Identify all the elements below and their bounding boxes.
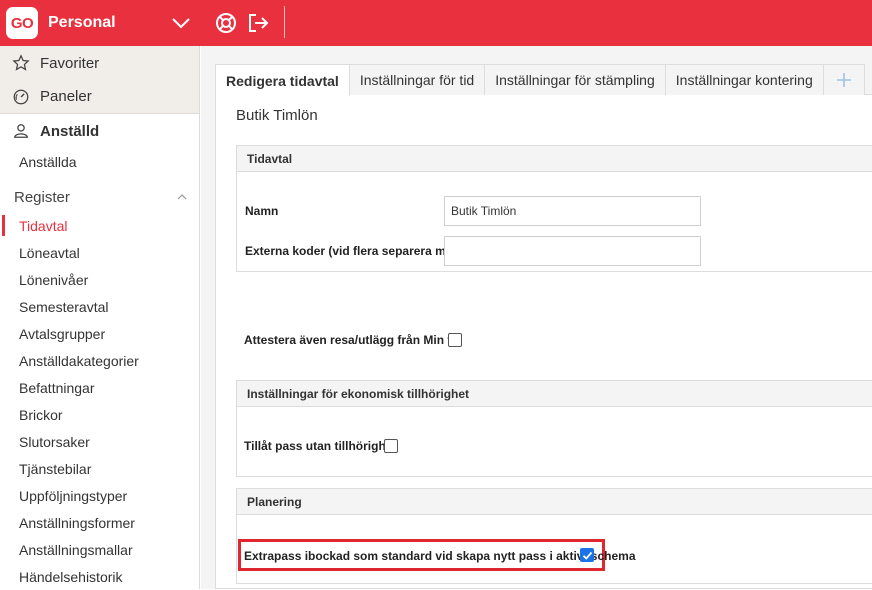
sidebar-item-label: Paneler [40,88,92,105]
sidebar-item-anstallningsmallar[interactable]: Anställningsmallar [0,536,199,563]
sidebar-section-label: Register [14,188,70,206]
sidebar-item-anstallningsformer[interactable]: Anställningsformer [0,509,199,536]
sidebar-item-paneler[interactable]: Paneler [0,80,199,113]
main-area: Butik Timlön Tidavtal Namn Externa koder… [201,46,872,589]
sidebar-item-semesteravtal[interactable]: Semesteravtal [0,293,199,320]
chevron-down-icon[interactable] [170,13,192,33]
extrapass-label: Extrapass ibockad som standard vid skapa… [244,549,636,563]
name-label: Namn [245,204,279,218]
tab-installningar-stampling[interactable]: Inställningar för stämpling [484,64,666,95]
logout-icon[interactable] [246,11,270,35]
sidebar-item-uppfoljningstyper[interactable]: Uppföljningstyper [0,482,199,509]
sidebar-item-brickor[interactable]: Brickor [0,401,199,428]
lifebuoy-icon[interactable] [214,11,238,35]
sidebar-item-label: Tidavtal [19,217,68,234]
sidebar-item-avtalsgrupper[interactable]: Avtalsgrupper [0,320,199,347]
app-name[interactable]: Personal [48,14,116,32]
sidebar-section-register[interactable]: Register [0,182,199,212]
fieldset-header: Planering [237,489,872,515]
tab-label: Inställningar kontering [675,72,813,88]
sidebar-item-label: Tjänstebilar [19,460,92,477]
allow-pass-label: Tillåt pass utan tillhörighet [244,439,397,453]
sidebar-item-label: Favoriter [40,54,100,72]
gauge-icon [13,89,29,104]
toolbar-divider [284,6,285,38]
sidebar-item-label: Lönenivåer [19,271,89,288]
sidebar-item-favoriter[interactable]: Favoriter [0,46,199,80]
user-icon [14,124,28,138]
sidebar-item-label: Befattningar [19,379,95,396]
tab-redigera-tidavtal[interactable]: Redigera tidavtal [215,64,350,96]
sidebar-item-lonenivaer[interactable]: Lönenivåer [0,266,199,293]
sidebar-item-label: Slutorsaker [19,433,90,450]
allow-pass-checkbox[interactable] [384,439,398,453]
sidebar-item-tidavtal[interactable]: Tidavtal [0,212,199,239]
sidebar-item-befattningar[interactable]: Befattningar [0,374,199,401]
fieldset-header: Inställningar för ekonomisk tillhörighet [237,381,872,407]
content-panel: Butik Timlön Tidavtal Namn Externa koder… [215,94,872,589]
sidebar-item-label: Löneavtal [19,244,80,261]
sidebar-item-handelsehistorik[interactable]: Händelsehistorik [0,563,199,590]
external-codes-label: Externa koder (vid flera separera med #) [245,244,474,258]
sidebar: Favoriter Paneler Anställd Anställda Reg… [0,46,200,589]
page-title: Butik Timlön [236,107,318,124]
sidebar-item-tjanstebilar[interactable]: Tjänstebilar [0,455,199,482]
sidebar-item-label: Anställningsmallar [19,541,133,558]
tab-label: Inställningar för stämpling [495,72,655,88]
sidebar-item-anstallda[interactable]: Anställda [0,148,199,176]
fieldset-header: Tidavtal [237,146,872,172]
plus-icon [836,73,851,87]
star-icon [12,54,30,71]
sidebar-item-label: Händelsehistorik [19,568,123,585]
go-logo[interactable]: GO [6,7,38,39]
sidebar-item-label: Uppföljningstyper [19,487,128,504]
logo-text: GO [10,14,34,32]
fieldset-tidavtal: Tidavtal Namn Externa koder (vid flera s… [236,145,872,272]
tab-label: Inställningar för tid [359,72,475,88]
tab-bar: Redigera tidavtal Inställningar för tid … [215,64,865,96]
tab-installningar-tid[interactable]: Inställningar för tid [348,64,486,95]
attest-checkbox[interactable] [448,333,462,347]
tab-label: Redigera tidavtal [226,72,339,89]
sidebar-item-label: Brickor [19,406,63,423]
chevron-up-icon[interactable] [177,193,187,201]
top-bar: GO Personal [0,0,872,46]
add-tab-button[interactable] [822,64,865,95]
sidebar-item-label: Anställningsformer [19,514,135,531]
attest-label: Attestera även resa/utlägg från Min tid [244,333,463,347]
sidebar-item-loneavtal[interactable]: Löneavtal [0,239,199,266]
sidebar-item-label: Semesteravtal [19,298,109,315]
sidebar-section-anstalld[interactable]: Anställd [0,114,199,148]
fieldset-ekonomisk-tillhorighet: Inställningar för ekonomisk tillhörighet… [236,380,872,477]
sidebar-top: Favoriter Paneler [0,46,199,114]
sidebar-item-label: Anställda [19,154,77,170]
sidebar-item-slutorsaker[interactable]: Slutorsaker [0,428,199,455]
tab-installningar-kontering[interactable]: Inställningar kontering [664,64,824,95]
extrapass-checkbox[interactable] [580,548,594,562]
sidebar-item-label: Avtalsgrupper [19,325,106,342]
sidebar-section-label: Anställd [40,122,100,140]
sidebar-item-anstalldakategorier[interactable]: Anställdakategorier [0,347,199,374]
name-input[interactable] [444,196,701,226]
sidebar-item-label: Anställdakategorier [19,352,139,369]
external-codes-input[interactable] [444,236,701,266]
checkmark-icon [582,551,592,560]
